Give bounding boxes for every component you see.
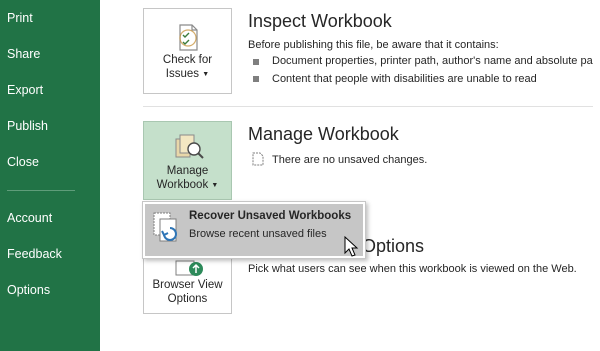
chevron-down-icon: ▼ [211, 182, 219, 189]
bullet-icon [253, 76, 259, 82]
nav-options[interactable]: Options [0, 275, 100, 305]
issues-label: Issues [165, 68, 200, 80]
manage-workbook-dropdown: Recover Unsaved Workbooks Browse recent … [142, 201, 366, 259]
check-for-issues-button[interactable]: Check for Issues ▼ [143, 8, 232, 94]
nav-close[interactable]: Close [0, 147, 100, 177]
section-divider [143, 106, 593, 107]
inspect-intro: Before publishing this file, be aware th… [248, 39, 499, 51]
browser-view-icon [175, 260, 203, 276]
backstage-nav: Print Share Export Publish Close Account… [0, 0, 100, 351]
mouse-cursor-icon [344, 236, 359, 257]
browser-view-title: Options [362, 236, 425, 256]
recover-unsaved-title: Recover Unsaved Workbooks [189, 210, 352, 222]
check-for-issues-label-line2: Issues ▼ [144, 67, 231, 82]
inspect-bullet-2: Content that people with disabilities ar… [272, 73, 537, 85]
check-for-issues-label-line1: Check for [162, 54, 213, 66]
inspect-title: Inspect Workbook [248, 11, 392, 31]
bullet-icon [253, 59, 259, 65]
browser-view-label-line1: Browser View [152, 279, 223, 291]
manage-status: There are no unsaved changes. [272, 154, 428, 166]
nav-feedback[interactable]: Feedback [0, 239, 100, 269]
inspect-bullet-1: Document properties, printer path, autho… [272, 55, 593, 67]
info-content: Check for Issues ▼ Inspect Workbook Befo… [100, 0, 600, 351]
manage-workbook-label-line1: Manage [166, 165, 209, 177]
manage-workbook-icon [175, 134, 204, 159]
document-icon [252, 152, 264, 166]
browser-view-label-line2: Options [167, 293, 208, 305]
nav-separator [7, 190, 75, 191]
recover-unsaved-subtitle: Browse recent unsaved files [189, 228, 327, 240]
nav-export[interactable]: Export [0, 75, 100, 105]
recover-unsaved-workbooks-item[interactable]: Recover Unsaved Workbooks Browse recent … [145, 204, 363, 256]
nav-account[interactable]: Account [0, 203, 100, 233]
nav-share[interactable]: Share [0, 39, 100, 69]
nav-publish[interactable]: Publish [0, 111, 100, 141]
manage-workbook-button[interactable]: Manage Workbook ▼ [143, 121, 232, 200]
manage-workbook-label-line2: Workbook ▼ [144, 178, 231, 193]
nav-print[interactable]: Print [0, 3, 100, 33]
manage-title: Manage Workbook [248, 124, 399, 144]
browser-view-description: Pick what users can see when this workbo… [248, 263, 577, 275]
checklist-icon [179, 24, 198, 51]
workbook-label: Workbook [156, 179, 209, 191]
chevron-down-icon: ▼ [202, 71, 210, 78]
recover-file-icon [153, 212, 177, 242]
